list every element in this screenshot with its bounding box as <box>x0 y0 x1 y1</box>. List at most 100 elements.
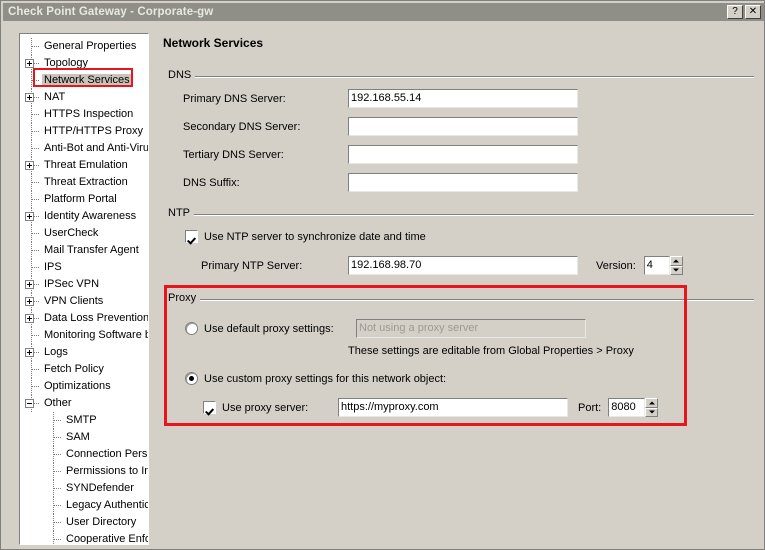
secondary-dns-row: Secondary DNS Server: <box>183 117 578 136</box>
close-button[interactable]: ✕ <box>745 5 761 19</box>
proxy-server-input[interactable]: https://myproxy.com <box>338 398 568 417</box>
sidebar-item-identity-awareness[interactable]: Identity Awareness <box>20 208 148 225</box>
help-button[interactable]: ? <box>727 5 743 19</box>
custom-proxy-label: Use custom proxy settings for this netwo… <box>204 372 447 385</box>
sidebar-item-ipsec-vpn[interactable]: IPSec VPN <box>20 276 148 293</box>
proxy-port-input[interactable]: 8080 <box>608 398 646 417</box>
sidebar-item-label: SAM <box>66 431 90 443</box>
sidebar-item-smtp[interactable]: SMTP <box>20 412 148 429</box>
sidebar-item-label: Fetch Policy <box>44 363 104 375</box>
expand-icon[interactable] <box>25 280 34 289</box>
sidebar-item-threat-extraction[interactable]: Threat Extraction <box>20 174 148 191</box>
ntp-version-input[interactable]: 4 <box>643 256 670 275</box>
default-proxy-row[interactable]: Use default proxy settings: Not using a … <box>185 319 586 338</box>
sidebar-item-label: Monitoring Software bl <box>44 329 149 341</box>
tree-gutter <box>20 208 42 225</box>
proxy-port-spin-buttons[interactable] <box>645 398 659 417</box>
sidebar-item-optimizations[interactable]: Optimizations <box>20 378 148 395</box>
tree-gutter <box>20 463 64 480</box>
tree-gutter <box>20 480 64 497</box>
sidebar-item-label: Data Loss Prevention <box>44 312 149 324</box>
sidebar-item-platform-portal[interactable]: Platform Portal <box>20 191 148 208</box>
proxy-group-line <box>168 299 754 301</box>
sidebar-item-cooperative-enforc[interactable]: Cooperative Enforc <box>20 531 148 544</box>
primary-dns-input[interactable]: 192.168.55.14 <box>348 89 578 108</box>
tertiary-dns-input[interactable] <box>348 145 578 164</box>
sidebar-item-other[interactable]: Other <box>20 395 148 412</box>
sidebar-item-general-properties[interactable]: General Properties <box>20 38 148 55</box>
sidebar-item-label: Connection Persist <box>66 448 149 460</box>
ntp-version-stepper[interactable]: 4 <box>643 256 683 275</box>
tree-gutter <box>20 361 42 378</box>
sidebar-item-label: Optimizations <box>44 380 111 392</box>
use-proxy-server-checkbox[interactable] <box>203 401 216 414</box>
sidebar-item-threat-emulation[interactable]: Threat Emulation <box>20 157 148 174</box>
tree-gutter <box>20 497 64 514</box>
primary-ntp-row: Primary NTP Server: 192.168.98.70 Versio… <box>183 256 683 275</box>
default-proxy-radio[interactable] <box>185 322 198 335</box>
spinner-down-icon[interactable] <box>669 265 683 275</box>
sidebar-item-label: Legacy Authentica <box>66 499 149 511</box>
sidebar-item-anti-bot-and-anti-virus[interactable]: Anti-Bot and Anti-Virus <box>20 140 148 157</box>
sidebar-item-https-inspection[interactable]: HTTPS Inspection <box>20 106 148 123</box>
expand-icon[interactable] <box>25 93 34 102</box>
sidebar-item-ips[interactable]: IPS <box>20 259 148 276</box>
expand-icon[interactable] <box>25 212 34 221</box>
proxy-group-label: Proxy <box>168 292 201 304</box>
ntp-version-spin-buttons[interactable] <box>669 256 683 275</box>
sidebar-item-connection-persist[interactable]: Connection Persist <box>20 446 148 463</box>
sidebar-item-network-services[interactable]: Network Services <box>20 72 148 89</box>
sidebar-item-sam[interactable]: SAM <box>20 429 148 446</box>
secondary-dns-input[interactable] <box>348 117 578 136</box>
ntp-group-label: NTP <box>168 207 194 219</box>
sidebar-item-label: Threat Emulation <box>44 159 128 171</box>
primary-ntp-input[interactable]: 192.168.98.70 <box>348 256 578 275</box>
expand-icon[interactable] <box>25 314 34 323</box>
sidebar-item-label: VPN Clients <box>44 295 104 307</box>
sidebar-item-syndefender[interactable]: SYNDefender <box>20 480 148 497</box>
spinner-down-icon[interactable] <box>645 407 659 417</box>
sidebar-item-legacy-authentica[interactable]: Legacy Authentica <box>20 497 148 514</box>
sidebar-item-monitoring-software-bl[interactable]: Monitoring Software bl <box>20 327 148 344</box>
sidebar-item-user-directory[interactable]: User Directory <box>20 514 148 531</box>
custom-proxy-radio[interactable] <box>185 372 198 385</box>
sidebar-item-http-https-proxy[interactable]: HTTP/HTTPS Proxy <box>20 123 148 140</box>
primary-ntp-label: Primary NTP Server: <box>201 259 303 272</box>
expand-icon[interactable] <box>25 348 34 357</box>
tree-gutter <box>20 174 42 191</box>
sidebar-item-data-loss-prevention[interactable]: Data Loss Prevention <box>20 310 148 327</box>
sidebar-item-topology[interactable]: Topology <box>20 55 148 72</box>
use-ntp-row[interactable]: Use NTP server to synchronize date and t… <box>185 230 426 243</box>
tree-gutter <box>20 446 64 463</box>
custom-proxy-row[interactable]: Use custom proxy settings for this netwo… <box>185 372 446 385</box>
tree-gutter <box>20 191 42 208</box>
sidebar-item-label: Network Services <box>42 74 132 87</box>
navigation-tree-panel[interactable]: General Properties Topology Network Servic… <box>19 33 149 545</box>
ntp-group-line <box>168 214 754 216</box>
sidebar-item-logs[interactable]: Logs <box>20 344 148 361</box>
sidebar-item-label: Identity Awareness <box>44 210 137 222</box>
dns-suffix-input[interactable] <box>348 173 578 192</box>
collapse-icon[interactable] <box>25 399 34 408</box>
expand-icon[interactable] <box>25 161 34 170</box>
expand-icon[interactable] <box>25 297 34 306</box>
sidebar-item-vpn-clients[interactable]: VPN Clients <box>20 293 148 310</box>
sidebar-item-mail-transfer-agent[interactable]: Mail Transfer Agent <box>20 242 148 259</box>
tree-gutter <box>20 242 42 259</box>
use-ntp-checkbox[interactable] <box>185 230 198 243</box>
tertiary-dns-label: Tertiary DNS Server: <box>183 148 284 161</box>
sidebar-item-nat[interactable]: NAT <box>20 89 148 106</box>
sidebar-item-label: SYNDefender <box>66 482 134 494</box>
proxy-port-stepper[interactable]: 8080 <box>608 398 659 417</box>
tree-gutter <box>20 327 42 344</box>
spinner-up-icon[interactable] <box>645 398 659 408</box>
expand-icon[interactable] <box>25 59 34 68</box>
sidebar-item-permissions-to-inst[interactable]: Permissions to Inst <box>20 463 148 480</box>
tree-gutter <box>20 259 42 276</box>
sidebar-item-label: HTTPS Inspection <box>44 108 134 120</box>
spinner-up-icon[interactable] <box>669 256 683 266</box>
sidebar-item-fetch-policy[interactable]: Fetch Policy <box>20 361 148 378</box>
sidebar-item-label: Other <box>44 397 72 409</box>
sidebar-item-usercheck[interactable]: UserCheck <box>20 225 148 242</box>
tree-gutter <box>20 412 64 429</box>
